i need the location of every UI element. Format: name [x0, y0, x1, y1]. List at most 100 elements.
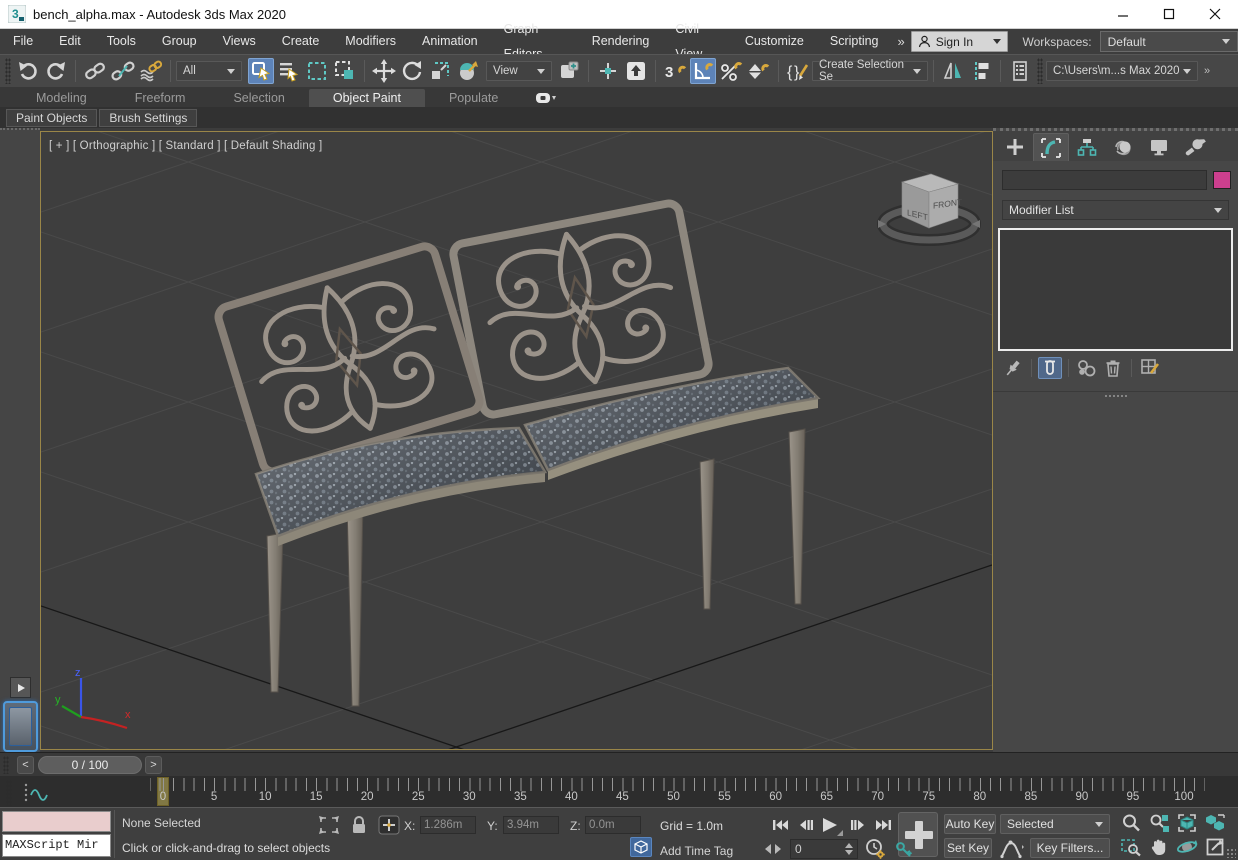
spinner-arrows-icon[interactable]	[845, 843, 853, 855]
select-and-move-button[interactable]	[371, 58, 397, 84]
select-and-link-button[interactable]	[82, 58, 108, 84]
edit-named-selection-sets-button[interactable]: {}	[785, 58, 811, 84]
toolbar-grip[interactable]	[5, 58, 11, 84]
remove-modifier-button[interactable]	[1101, 357, 1125, 379]
menu-tools[interactable]: Tools	[94, 29, 149, 54]
go-to-start-button[interactable]	[768, 814, 791, 835]
window-resize-grip[interactable]	[1226, 848, 1236, 858]
menu-group[interactable]: Group	[149, 29, 210, 54]
ribbon-tab-selection[interactable]: Selection	[209, 89, 308, 107]
menu-modifiers[interactable]: Modifiers	[332, 29, 409, 54]
selection-region-icon[interactable]	[318, 815, 340, 835]
set-key-button[interactable]: Set Key	[944, 838, 992, 858]
absolute-offset-mode-icon[interactable]	[378, 815, 400, 835]
add-time-tag[interactable]: Add Time Tag	[660, 844, 733, 858]
pan-button[interactable]	[1146, 836, 1171, 858]
modifier-stack[interactable]	[998, 228, 1233, 351]
expand-panel-button[interactable]	[10, 677, 31, 698]
y-coordinate-input[interactable]	[503, 816, 559, 834]
trackbar-grip[interactable]	[6, 780, 12, 806]
timeline-ruler[interactable]: 0 5 10 15 20 25 30 35 40 45 50 55 60 65 70 75 80 85 90 95 10…	[150, 776, 1205, 808]
select-and-rotate-button[interactable]	[399, 58, 425, 84]
timeline-grip[interactable]	[3, 755, 9, 774]
toolbar-overflow-chevron[interactable]: »	[1198, 65, 1216, 77]
select-object-button[interactable]	[248, 58, 274, 84]
select-and-place-button[interactable]	[455, 58, 481, 84]
track-bar[interactable]: 0 5 10 15 20 25 30 35 40 45 50 55 60 65 70 75 80 85 90 95 10…	[0, 776, 1238, 808]
object-color-swatch[interactable]	[1213, 171, 1231, 189]
key-filters-button[interactable]: Key Filters...	[1030, 838, 1110, 858]
orbit-button[interactable]	[1174, 836, 1199, 858]
auto-key-button[interactable]: Auto Key	[944, 814, 996, 834]
ribbon-tab-modeling[interactable]: Modeling	[12, 89, 111, 107]
bench-model[interactable]	[214, 199, 821, 707]
named-selection-set-dropdown[interactable]: Create Selection Se	[812, 59, 928, 83]
next-frame-playback-button[interactable]	[846, 814, 869, 835]
previous-frame-button[interactable]: <	[17, 755, 34, 774]
show-end-result-button[interactable]	[1038, 357, 1062, 379]
rectangular-selection-region-button[interactable]	[304, 58, 330, 84]
zoom-all-button[interactable]	[1146, 812, 1171, 834]
menu-edit[interactable]: Edit	[46, 29, 94, 54]
menu-views[interactable]: Views	[210, 29, 269, 54]
next-frame-button[interactable]: >	[145, 755, 162, 774]
ribbon-tab-populate[interactable]: Populate	[425, 89, 522, 107]
paint-objects-button[interactable]: Paint Objects	[6, 108, 98, 127]
make-unique-button[interactable]	[1075, 357, 1099, 379]
minimize-button[interactable]	[1100, 0, 1146, 28]
keyboard-shortcut-override-button[interactable]	[623, 58, 649, 84]
go-to-end-button[interactable]	[872, 814, 895, 835]
current-frame-spinner[interactable]: 0	[790, 839, 858, 859]
zoom-extents-all-button[interactable]	[1202, 812, 1227, 834]
modify-tab[interactable]	[1033, 133, 1069, 161]
z-coordinate-input[interactable]	[585, 816, 641, 834]
configure-modifier-sets-button[interactable]	[1138, 357, 1162, 379]
reference-coordinate-dropdown[interactable]: View	[486, 61, 552, 81]
unlink-selection-button[interactable]	[110, 58, 136, 84]
play-button[interactable]	[816, 813, 844, 837]
selection-filter-dropdown[interactable]: All	[176, 61, 242, 81]
key-mode-toggle[interactable]	[764, 843, 782, 855]
select-by-name-button[interactable]	[276, 58, 302, 84]
viewport-canvas[interactable]	[41, 132, 992, 749]
sign-in-dropdown[interactable]: Sign In	[910, 31, 1009, 52]
mirror-button[interactable]	[940, 58, 966, 84]
pin-stack-button[interactable]	[1001, 357, 1025, 379]
undo-button[interactable]	[15, 58, 41, 84]
select-and-scale-button[interactable]	[427, 58, 453, 84]
redo-button[interactable]	[43, 58, 69, 84]
time-slider-handle[interactable]: 0 / 100	[38, 755, 142, 774]
menu-animation[interactable]: Animation	[409, 29, 491, 54]
selection-lock-icon[interactable]	[350, 815, 368, 835]
close-button[interactable]	[1192, 0, 1238, 28]
select-and-manipulate-button[interactable]	[595, 58, 621, 84]
menu-create[interactable]: Create	[269, 29, 333, 54]
bind-to-space-warp-button[interactable]	[138, 58, 164, 84]
hierarchy-tab[interactable]	[1069, 133, 1105, 161]
toggle-scene-explorer-button[interactable]	[1007, 58, 1033, 84]
viewport[interactable]: [ + ] [ Orthographic ] [ Standard ] [ De…	[40, 131, 993, 750]
menu-customize[interactable]: Customize	[732, 29, 817, 54]
window-crossing-toggle-button[interactable]	[332, 58, 358, 84]
percent-snap-toggle-button[interactable]	[718, 58, 744, 84]
viewcube[interactable]: LEFT FRONT	[874, 160, 984, 252]
viewport-layout-tab-button[interactable]	[3, 701, 38, 752]
ribbon-config-button[interactable]	[536, 93, 557, 107]
spinner-snap-toggle-button[interactable]	[746, 58, 772, 84]
utilities-tab[interactable]	[1177, 133, 1213, 161]
menu-overflow-chevron[interactable]: »	[892, 34, 911, 49]
isolate-selection-button[interactable]	[630, 837, 652, 857]
angle-snap-toggle-button[interactable]	[690, 58, 716, 84]
ribbon-tab-object-paint[interactable]: Object Paint	[308, 89, 425, 107]
menu-scripting[interactable]: Scripting	[817, 29, 892, 54]
snap-toggle-3d-button[interactable]: 3	[662, 58, 688, 84]
zoom-region-button[interactable]	[1118, 836, 1143, 858]
toolbar-grip[interactable]	[1037, 58, 1043, 84]
modifier-list-dropdown[interactable]: Modifier List	[1002, 200, 1229, 220]
create-tab[interactable]	[997, 133, 1033, 161]
x-coordinate-input[interactable]	[420, 816, 476, 834]
display-tab[interactable]	[1141, 133, 1177, 161]
zoom-button[interactable]	[1118, 812, 1143, 834]
zoom-extents-button[interactable]	[1174, 812, 1199, 834]
brush-settings-button[interactable]: Brush Settings	[99, 108, 198, 127]
